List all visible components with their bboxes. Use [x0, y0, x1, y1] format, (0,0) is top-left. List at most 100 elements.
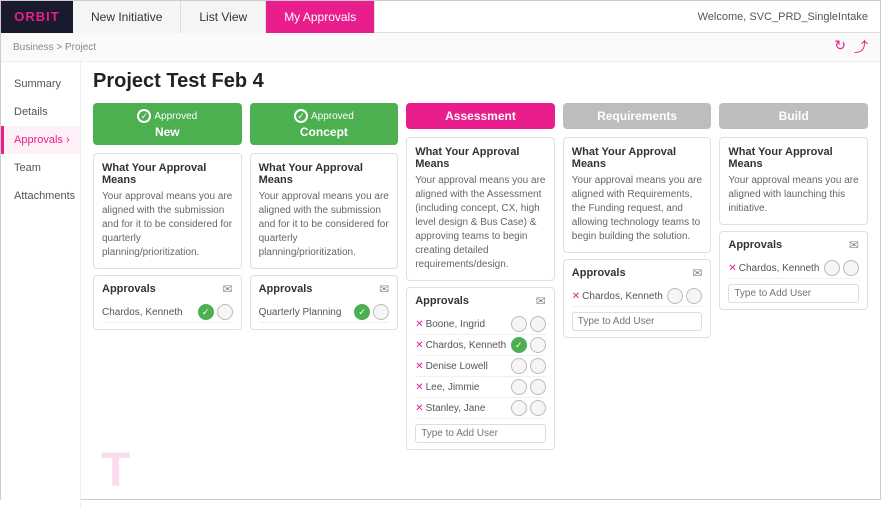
welcome-text: Welcome, SVC_PRD_SingleIntake: [698, 11, 880, 23]
stage-title-assessment: Assessment: [416, 109, 545, 123]
status-circle-a-1-1: [530, 337, 546, 353]
check-icon-new: ✓: [137, 109, 151, 123]
status-circle-b-0-1: [843, 260, 859, 276]
status-circle-concept-0-0: ✓: [354, 304, 370, 320]
status-circle-a-4-0: [511, 400, 527, 416]
check-icon-concept: ✓: [294, 109, 308, 123]
stage-header-assessment: Assessment: [406, 103, 555, 129]
approver-row-requirements-0: ✕ Chardos, Kenneth: [572, 286, 703, 307]
main-content: Project Test Feb 4 ✓ Approved New What Y…: [81, 62, 880, 458]
mail-icon-new[interactable]: ✉: [223, 282, 233, 296]
approval-means-card-requirements: What Your Approval Means Your approval m…: [563, 137, 712, 253]
approver-status-build-0: [824, 260, 859, 276]
approver-status-new-0: ✓: [198, 304, 233, 320]
approver-status-assessment-0: [511, 316, 546, 332]
approver-row-build-0: ✕ Chardos, Kenneth: [728, 258, 859, 279]
approval-means-title-new: What Your Approval Means: [102, 162, 233, 186]
approver-status-requirements-0: [667, 288, 702, 304]
add-user-input-assessment[interactable]: [415, 424, 546, 443]
status-circle-a-3-0: [511, 379, 527, 395]
nav-tab-new-initiative[interactable]: New Initiative: [73, 1, 181, 33]
stage-header-requirements: Requirements: [563, 103, 712, 129]
header: ORBIT New Initiative List View My Approv…: [1, 1, 880, 33]
stage-title-build: Build: [729, 109, 858, 123]
approval-means-title-assessment: What Your Approval Means: [415, 146, 546, 170]
approvals-title-build: Approvals: [728, 239, 782, 251]
stage-status-new: ✓ Approved: [103, 109, 232, 123]
approver-name-assessment-1: Chardos, Kenneth: [426, 340, 511, 351]
stage-status-label-new: Approved: [154, 111, 197, 122]
nav-tabs: New Initiative List View My Approvals: [73, 1, 375, 33]
page-layout: Summary Details Approvals › Team Attachm…: [1, 62, 880, 508]
approval-means-text-new: Your approval means you are aligned with…: [102, 190, 233, 260]
approvals-title-concept: Approvals: [259, 283, 313, 295]
approval-means-title-requirements: What Your Approval Means: [572, 146, 703, 170]
sidebar-arrow-icon: ›: [66, 134, 70, 146]
approvals-section-build: Approvals ✉ ✕ Chardos, Kenneth: [719, 231, 868, 310]
approver-status-assessment-4: [511, 400, 546, 416]
approver-row-assessment-0: ✕ Boone, Ingrid: [415, 314, 546, 335]
kanban-col-build: Build What Your Approval Means Your appr…: [719, 103, 868, 450]
stage-title-new: New: [103, 125, 232, 139]
status-circle-a-0-0: [511, 316, 527, 332]
stage-header-build: Build: [719, 103, 868, 129]
x-icon-assessment-0: ✕: [415, 319, 423, 330]
add-user-input-build[interactable]: [728, 284, 859, 303]
tmobile-watermark: T: [101, 443, 130, 498]
logo: ORBIT: [1, 1, 73, 33]
stage-header-new: ✓ Approved New: [93, 103, 242, 145]
approver-row-new-0: Chardos, Kenneth ✓: [102, 302, 233, 323]
refresh-icon[interactable]: ↻: [834, 37, 846, 57]
stage-title-concept: Concept: [260, 125, 389, 139]
sidebar: Summary Details Approvals › Team Attachm…: [1, 62, 81, 508]
approver-name-assessment-0: Boone, Ingrid: [426, 319, 511, 330]
approvals-header-assessment: Approvals ✉: [415, 294, 546, 308]
approval-means-card-new: What Your Approval Means Your approval m…: [93, 153, 242, 269]
approver-row-assessment-2: ✕ Denise Lowell: [415, 356, 546, 377]
sidebar-item-details[interactable]: Details: [1, 98, 80, 126]
stage-status-concept: ✓ Approved: [260, 109, 389, 123]
approval-means-title-concept: What Your Approval Means: [259, 162, 390, 186]
status-circle-r-0-0: [667, 288, 683, 304]
approvals-title-requirements: Approvals: [572, 267, 626, 279]
share-icon[interactable]: ⤴: [854, 37, 868, 57]
sidebar-item-approvals[interactable]: Approvals ›: [1, 126, 80, 154]
approval-means-text-requirements: Your approval means you are aligned with…: [572, 174, 703, 244]
approver-row-concept-0: Quarterly Planning ✓: [259, 302, 390, 323]
approver-name-assessment-3: Lee, Jimmie: [426, 382, 511, 393]
mail-icon-requirements[interactable]: ✉: [692, 266, 702, 280]
approval-means-title-build: What Your Approval Means: [728, 146, 859, 170]
breadcrumb-icons: ↻ ⤴: [834, 37, 868, 57]
status-circle-new-0-1: [217, 304, 233, 320]
approver-name-build-0: Chardos, Kenneth: [739, 263, 824, 274]
mail-icon-assessment[interactable]: ✉: [536, 294, 546, 308]
sidebar-item-summary[interactable]: Summary: [1, 70, 80, 98]
add-user-input-requirements[interactable]: [572, 312, 703, 331]
stage-header-concept: ✓ Approved Concept: [250, 103, 399, 145]
status-circle-r-0-1: [686, 288, 702, 304]
approvals-header-new: Approvals ✉: [102, 282, 233, 296]
breadcrumb-path: Business > Project: [13, 42, 96, 53]
x-icon-assessment-1: ✕: [415, 340, 423, 351]
approval-means-card-build: What Your Approval Means Your approval m…: [719, 137, 868, 225]
kanban-col-new: ✓ Approved New What Your Approval Means …: [93, 103, 242, 450]
approver-name-concept-0: Quarterly Planning: [259, 307, 355, 318]
approver-status-assessment-3: [511, 379, 546, 395]
main-wrapper: Project Test Feb 4 ✓ Approved New What Y…: [81, 62, 880, 508]
approval-means-text-assessment: Your approval means you are aligned with…: [415, 174, 546, 272]
status-circle-a-2-1: [530, 358, 546, 374]
nav-tab-my-approvals[interactable]: My Approvals: [266, 1, 375, 33]
x-icon-assessment-3: ✕: [415, 382, 423, 393]
approver-row-assessment-3: ✕ Lee, Jimmie: [415, 377, 546, 398]
kanban-col-assessment: Assessment What Your Approval Means Your…: [406, 103, 555, 450]
status-circle-a-3-1: [530, 379, 546, 395]
stage-title-requirements: Requirements: [573, 109, 702, 123]
nav-tab-list-view[interactable]: List View: [181, 1, 266, 33]
approver-name-assessment-4: Stanley, Jane: [426, 403, 511, 414]
sidebar-item-team[interactable]: Team: [1, 154, 80, 182]
sidebar-item-attachments[interactable]: Attachments: [1, 182, 80, 210]
approval-means-text-concept: Your approval means you are aligned with…: [259, 190, 390, 260]
approvals-section-new: Approvals ✉ Chardos, Kenneth ✓: [93, 275, 242, 330]
mail-icon-concept[interactable]: ✉: [379, 282, 389, 296]
mail-icon-build[interactable]: ✉: [849, 238, 859, 252]
